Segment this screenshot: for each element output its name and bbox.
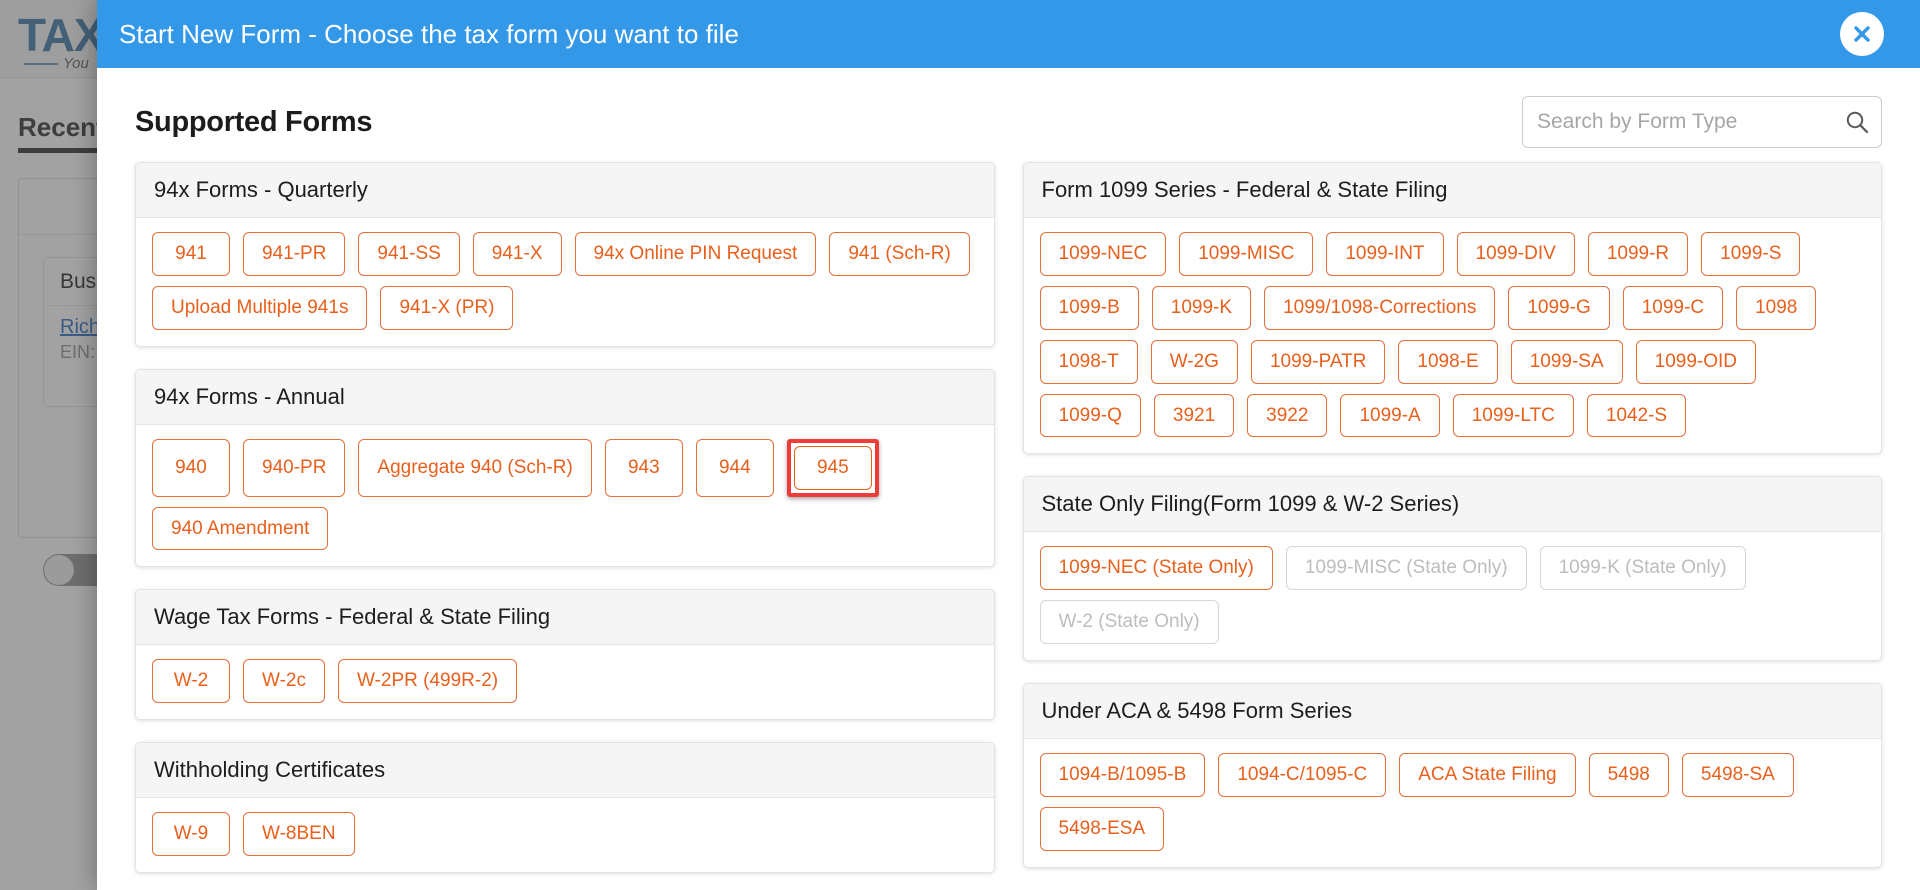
form-button-w-2-state-only: W-2 (State Only): [1039, 600, 1219, 645]
form-button-w-2pr-499r-2[interactable]: W-2PR (499R-2): [337, 659, 518, 704]
modal-body-toolbar: Supported Forms: [127, 68, 1890, 162]
page-title: Supported Forms: [135, 105, 373, 138]
form-button-w-2[interactable]: W-2: [152, 659, 230, 704]
form-button-w-9[interactable]: W-9: [152, 812, 230, 857]
form-section-title: Form 1099 Series - Federal & State Filin…: [1023, 163, 1881, 218]
form-columns: 94x Forms - Quarterly 941 941-PR 941-SS 941-…: [127, 162, 1890, 874]
form-section-card: 94x Forms - Annual 940 940-PR Aggregate 940…: [135, 368, 995, 568]
modal-header: Start New Form - Choose the tax form you…: [97, 0, 1920, 68]
form-section-title: 94x Forms - Annual: [136, 369, 994, 425]
form-button-1098-e[interactable]: 1098-E: [1398, 339, 1498, 384]
form-button-1099-r[interactable]: 1099-R: [1587, 232, 1689, 276]
start-new-form-modal: Start New Form - Choose the tax form you…: [97, 0, 1920, 890]
form-button-group: W-2 W-2c W-2PR (499R-2): [136, 645, 994, 719]
form-button-w-2c[interactable]: W-2c: [243, 659, 325, 704]
form-section-card: Wage Tax Forms - Federal & State Filing W…: [135, 589, 995, 721]
form-button-1099-s[interactable]: 1099-S: [1701, 232, 1801, 276]
form-button-1099-k-state-only: 1099-K (State Only): [1539, 546, 1746, 591]
form-button-941-x-pr[interactable]: 941-X (PR): [380, 285, 514, 330]
form-button-1042-s[interactable]: 1042-S: [1586, 393, 1687, 438]
form-section-card: Form 1099 Series - Federal & State Filin…: [1022, 162, 1882, 455]
form-button-941-pr[interactable]: 941-PR: [243, 232, 346, 276]
form-section-title: Under ACA & 5498 Form Series: [1023, 684, 1881, 740]
search-input[interactable]: [1522, 96, 1882, 148]
form-button-1099-misc-state-only: 1099-MISC (State Only): [1285, 546, 1527, 591]
form-button-group: 941 941-PR 941-SS 941-X 94x Online PIN Reque…: [136, 218, 994, 346]
form-button-5498[interactable]: 5498: [1588, 753, 1669, 797]
search-container: [1522, 96, 1882, 148]
form-button-941-ss[interactable]: 941-SS: [358, 232, 460, 276]
close-x-glyph: [1854, 26, 1870, 42]
form-button-1099-int[interactable]: 1099-INT: [1326, 232, 1444, 276]
form-button-1098-t[interactable]: 1098-T: [1039, 339, 1138, 384]
form-button-1099-c[interactable]: 1099-C: [1622, 285, 1724, 330]
form-button-944[interactable]: 944: [695, 438, 774, 497]
form-button-1099-oid[interactable]: 1099-OID: [1635, 339, 1757, 384]
modal-title: Start New Form - Choose the tax form you…: [119, 18, 739, 49]
form-section-card: State Only Filing(Form 1099 & W-2 Series…: [1022, 476, 1882, 662]
form-button-941-sch-r[interactable]: 941 (Sch-R): [829, 232, 970, 276]
form-section-card: Withholding Certificates W-9 W-8BEN: [135, 742, 995, 874]
form-button-1099-q[interactable]: 1099-Q: [1039, 393, 1141, 438]
form-button-1099-nec[interactable]: 1099-NEC: [1039, 232, 1167, 276]
form-button-945[interactable]: 945: [793, 445, 872, 490]
form-section-card: 94x Forms - Quarterly 941 941-PR 941-SS 941-…: [135, 162, 995, 347]
form-button-5498-sa[interactable]: 5498-SA: [1681, 753, 1794, 797]
form-button-3922[interactable]: 3922: [1247, 393, 1328, 438]
form-button-1099-b[interactable]: 1099-B: [1039, 285, 1139, 330]
form-button-940-pr[interactable]: 940-PR: [243, 438, 346, 497]
form-button-941-x[interactable]: 941-X: [472, 232, 562, 276]
form-button-1099-sa[interactable]: 1099-SA: [1510, 339, 1623, 384]
form-button-1099-g[interactable]: 1099-G: [1508, 285, 1610, 330]
left-column: 94x Forms - Quarterly 941 941-PR 941-SS 941-…: [135, 162, 995, 874]
form-button-1099-a[interactable]: 1099-A: [1340, 393, 1440, 438]
form-section-card: Under ACA & 5498 Form Series 1094-B/1095-…: [1022, 683, 1882, 868]
form-button-group: 1099-NEC (State Only) 1099-MISC (State On…: [1024, 532, 1882, 660]
form-button-w-8ben[interactable]: W-8BEN: [243, 812, 355, 857]
form-button-941[interactable]: 941: [152, 232, 230, 276]
right-column: Form 1099 Series - Federal & State Filin…: [1022, 162, 1882, 873]
form-button-943[interactable]: 943: [604, 438, 683, 497]
form-button-940[interactable]: 940: [152, 438, 230, 497]
form-button-1094-c-1095-c[interactable]: 1094-C/1095-C: [1218, 753, 1387, 797]
highlight-box: 945: [786, 438, 879, 497]
form-button-1099-1098-corrections[interactable]: 1099/1098-Corrections: [1264, 285, 1496, 330]
form-button-940-amendment[interactable]: 940 Amendment: [152, 506, 329, 551]
form-button-aggregate-940-sch-r[interactable]: Aggregate 940 (Sch-R): [358, 438, 592, 497]
form-button-w-2g[interactable]: W-2G: [1150, 339, 1238, 384]
modal-body: Supported Forms 94x Forms - Quarterly941…: [97, 68, 1920, 890]
form-button-3921[interactable]: 3921: [1153, 393, 1235, 438]
form-button-5498-esa[interactable]: 5498-ESA: [1039, 806, 1165, 851]
form-button-group: W-9 W-8BEN: [136, 798, 994, 872]
form-button-aca-state-filing[interactable]: ACA State Filing: [1399, 753, 1576, 797]
form-button-upload-multiple-941s[interactable]: Upload Multiple 941s: [152, 285, 368, 330]
form-button-group: 1099-NEC 1099-MISC 1099-INT 1099-DIV 1099-R 1…: [1024, 218, 1882, 453]
form-button-group: 940 940-PR Aggregate 940 (Sch-R) 943 944 945 9…: [136, 425, 994, 567]
form-section-title: Wage Tax Forms - Federal & State Filing: [136, 590, 994, 646]
form-section-title: Withholding Certificates: [136, 743, 994, 799]
form-section-title: 94x Forms - Quarterly: [136, 163, 994, 218]
close-icon[interactable]: [1840, 12, 1884, 56]
form-button-1099-misc[interactable]: 1099-MISC: [1179, 232, 1314, 276]
form-button-94x-online-pin-request[interactable]: 94x Online PIN Request: [574, 232, 817, 276]
form-button-1099-div[interactable]: 1099-DIV: [1456, 232, 1575, 276]
form-button-1099-k[interactable]: 1099-K: [1151, 285, 1252, 330]
form-section-title: State Only Filing(Form 1099 & W-2 Series…: [1023, 477, 1881, 533]
form-button-1099-ltc[interactable]: 1099-LTC: [1452, 393, 1574, 438]
form-button-1099-patr[interactable]: 1099-PATR: [1250, 339, 1386, 384]
form-button-1099-nec-state-only[interactable]: 1099-NEC (State Only): [1039, 546, 1273, 591]
form-button-1098[interactable]: 1098: [1736, 285, 1817, 330]
form-button-group: 1094-B/1095-B 1094-C/1095-C ACA State Fili…: [1024, 739, 1882, 867]
form-button-1094-b-1095-b[interactable]: 1094-B/1095-B: [1039, 753, 1206, 797]
